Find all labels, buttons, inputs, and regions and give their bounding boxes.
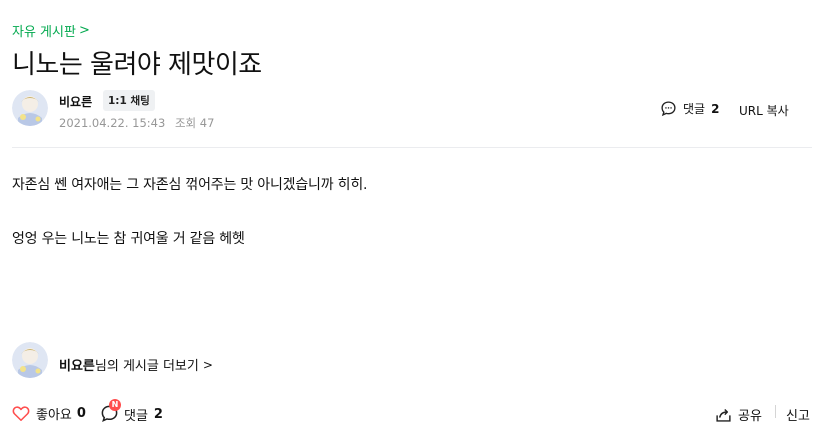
share-icon — [716, 408, 731, 422]
chevron-right-icon: > — [202, 357, 213, 372]
chevron-right-icon: > — [78, 23, 90, 38]
share-label: 공유 — [738, 409, 762, 424]
author-avatar-bottom[interactable] — [12, 342, 48, 378]
comment-label: 댓글 — [683, 102, 706, 116]
chat-button[interactable]: 1:1 채팅 — [103, 90, 155, 111]
comment-count: 2 — [711, 101, 720, 116]
heart-icon — [12, 406, 30, 422]
share-button[interactable]: 공유 — [715, 405, 762, 424]
author-avatar[interactable] — [12, 90, 48, 126]
more-posts-author: 비요른 — [59, 359, 95, 374]
report-button[interactable]: 신고 — [786, 405, 810, 424]
board-name: 자유 게시판 — [12, 25, 76, 40]
post-meta: 2021.04.22. 15:43 조회 47 — [59, 115, 220, 131]
more-posts-label: 님의 게시글 더보기 — [94, 359, 199, 374]
like-button[interactable]: 좋아요 0 — [12, 404, 86, 423]
post-date: 2021.04.22. 15:43 — [59, 116, 166, 130]
new-badge: N — [109, 399, 121, 411]
post-paragraph: 엉엉 우는 니노는 참 귀여울 거 같음 헤헷 — [12, 231, 245, 247]
author-name[interactable]: 비요른 — [59, 93, 92, 110]
board-link[interactable]: 자유 게시판 > — [12, 21, 90, 40]
post-paragraph: 자존심 쎈 여자애는 그 자존심 꺾어주는 맛 아니겠습니까 히히. — [12, 177, 368, 193]
copy-url-button[interactable]: URL 복사 — [739, 102, 789, 119]
post-title: 니노는 울려야 제맛이죠 — [12, 50, 262, 80]
view-count: 조회 47 — [174, 116, 215, 130]
avatar-image — [12, 90, 48, 126]
action-separator — [775, 405, 776, 418]
avatar-image — [12, 342, 48, 378]
like-label: 좋아요 — [36, 408, 72, 423]
like-count: 0 — [76, 406, 86, 421]
comment-button-bottom[interactable]: N 댓글 2 — [100, 399, 163, 424]
comment-label-bottom: 댓글 — [124, 408, 148, 424]
comment-link-top[interactable]: 댓글 2 — [660, 100, 719, 117]
comment-icon-wrap: N — [100, 399, 121, 424]
divider — [12, 147, 812, 148]
comment-count-bottom: 2 — [153, 406, 163, 422]
more-posts-link[interactable]: 비요른 님의 게시글 더보기 > — [59, 355, 213, 375]
speech-bubble-icon — [661, 101, 676, 117]
